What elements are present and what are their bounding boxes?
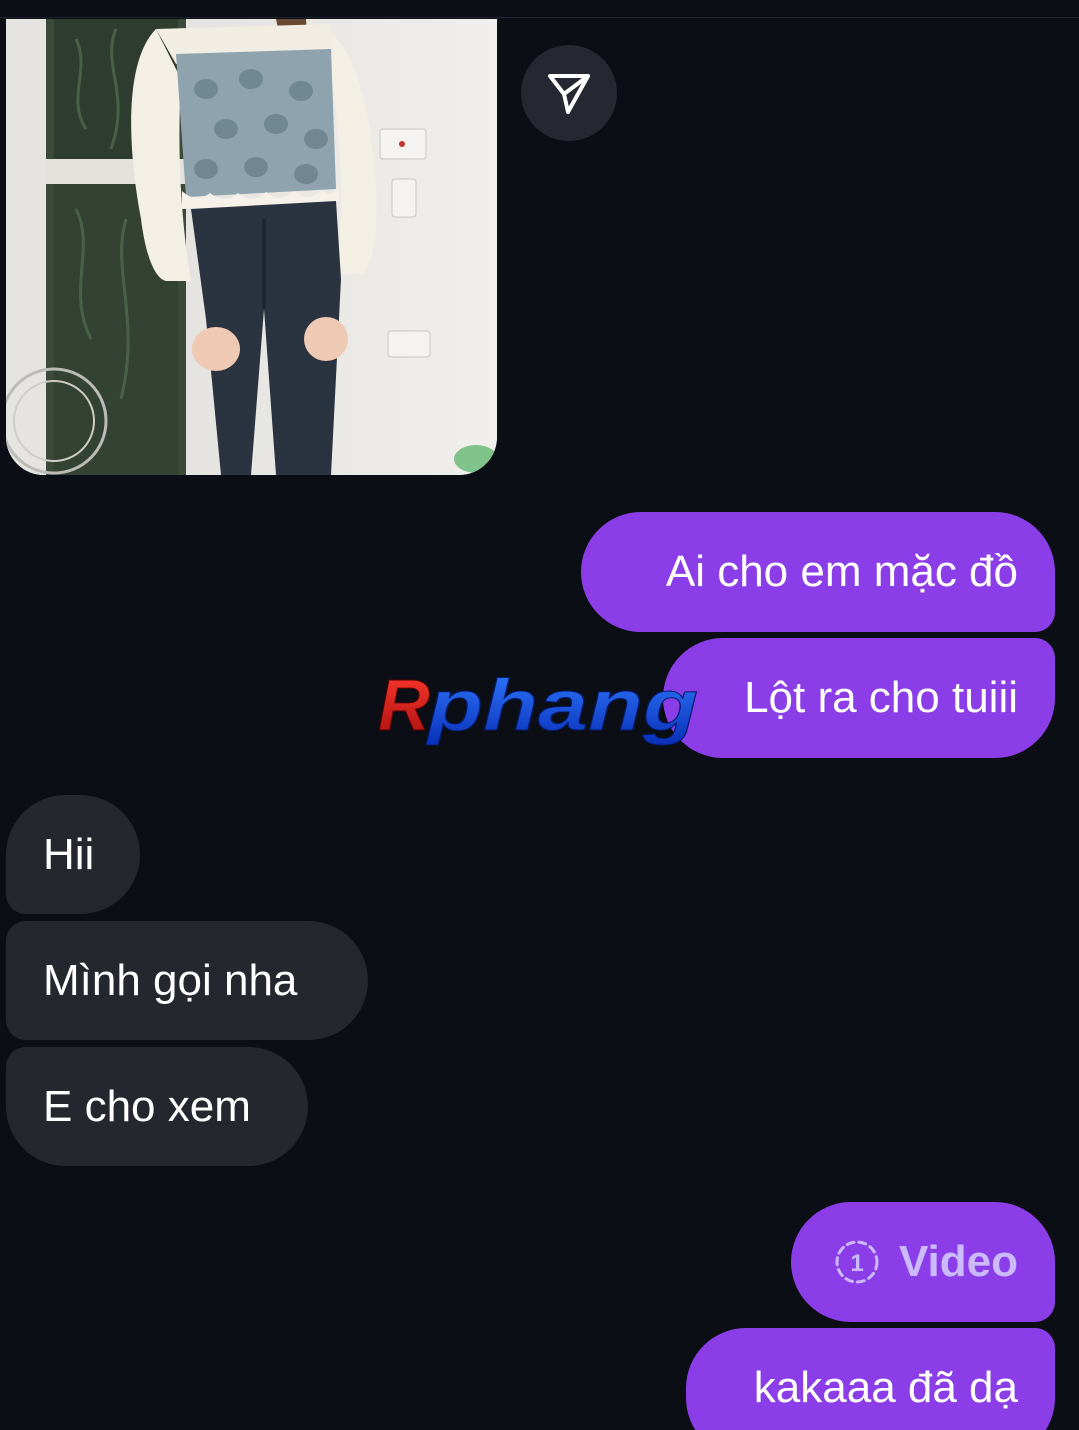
svg-text:phang: phang: [425, 666, 698, 746]
message-text: E cho xem: [43, 1081, 251, 1131]
view-once-video-message[interactable]: 1 Video: [791, 1202, 1055, 1322]
received-photo[interactable]: [6, 19, 497, 475]
photo-illustration: [6, 19, 497, 475]
message-text: Ai cho em mặc đồ: [665, 547, 1018, 596]
watermark-logo: R phang: [378, 666, 699, 747]
message-text: Hii: [43, 829, 95, 879]
header-divider: [0, 17, 1079, 18]
view-once-digit: 1: [850, 1250, 863, 1277]
send-paper-plane-icon: [548, 74, 590, 114]
view-once-1-icon: 1: [835, 1240, 879, 1284]
incoming-message[interactable]: Mình gọi nha: [6, 921, 368, 1040]
incoming-message[interactable]: E cho xem: [6, 1047, 308, 1166]
message-text: Mình gọi nha: [43, 955, 298, 1005]
outgoing-message[interactable]: kakaaa đã dạ: [686, 1328, 1055, 1430]
incoming-message[interactable]: Hii: [6, 795, 140, 914]
chat-screen: Ai cho em mặc đồ Lột ra cho tuiii Hii Mì…: [0, 0, 1079, 1430]
message-text: Video: [898, 1237, 1018, 1286]
share-button[interactable]: [521, 45, 617, 141]
outgoing-message[interactable]: Ai cho em mặc đồ: [581, 512, 1055, 632]
svg-text:R: R: [378, 666, 430, 746]
message-text: Lột ra cho tuiii: [744, 673, 1018, 722]
outgoing-message[interactable]: Lột ra cho tuiii: [663, 638, 1055, 758]
message-text: kakaaa đã dạ: [753, 1363, 1018, 1412]
